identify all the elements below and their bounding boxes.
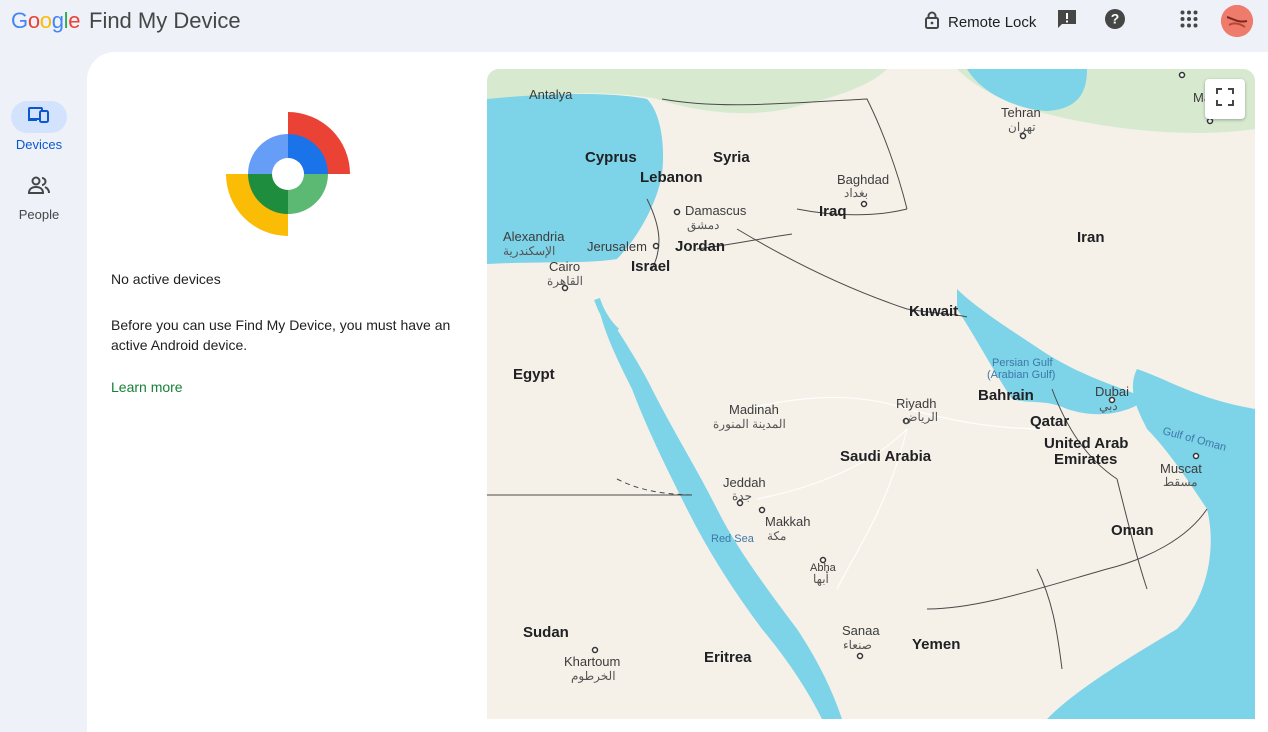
map-label-country: Eritrea	[704, 649, 752, 666]
map-view[interactable]: Cyprus Syria Lebanon Iraq Jordan Israel …	[487, 69, 1255, 719]
map-label-city-ar: المدينة المنورة	[713, 417, 786, 431]
help-icon: ?	[1104, 8, 1126, 35]
map-label-city: Muscat	[1160, 461, 1202, 476]
map-label-city: Antalya	[529, 87, 573, 102]
map-label-city: Khartoum	[564, 654, 620, 669]
map-label-country: Sudan	[523, 624, 569, 641]
rail-item-people[interactable]: People	[0, 171, 78, 222]
map-label-city-ar: تهران	[1008, 120, 1036, 134]
map-label-country: Kuwait	[909, 303, 958, 320]
map-label-city: Madinah	[729, 402, 779, 417]
map-label-city-ar: القاهرة	[547, 274, 583, 288]
account-avatar[interactable]	[1221, 5, 1253, 37]
map-label-city: Makkah	[765, 514, 811, 529]
map-label-water: Persian Gulf	[992, 357, 1053, 369]
map-label-country: Iran	[1077, 229, 1105, 246]
map-label-city-ar: صنعاء	[843, 638, 872, 652]
map-label-country: Saudi Arabia	[840, 448, 932, 465]
map-label-city-ar: دمشق	[687, 218, 719, 232]
feedback-button[interactable]	[1049, 3, 1085, 39]
map-label-city: Cairo	[549, 259, 580, 274]
find-my-device-logo-icon	[226, 112, 350, 236]
map-label-country: Qatar	[1030, 413, 1069, 430]
map-label-city-ar: جدة	[732, 489, 752, 503]
no-devices-title: No active devices	[111, 271, 221, 287]
map-label-country: Yemen	[912, 636, 960, 653]
people-pill	[11, 171, 67, 203]
map-label-city: Dubai	[1095, 384, 1129, 399]
no-devices-description: Before you can use Find My Device, you m…	[111, 317, 451, 353]
rail-label-devices: Devices	[15, 137, 63, 152]
learn-more-link[interactable]: Learn more	[111, 379, 183, 395]
map-label-country: Egypt	[513, 366, 555, 383]
map-label-country: Cyprus	[585, 149, 637, 166]
rail-item-devices[interactable]: Devices	[0, 101, 78, 152]
apps-button[interactable]	[1171, 3, 1207, 39]
map-label-city-ar: الخرطوم	[571, 669, 616, 683]
remote-lock-button[interactable]: Remote Lock	[918, 8, 1042, 36]
map-label-city-ar: مكة	[767, 529, 787, 543]
map-label-country: Emirates	[1054, 451, 1117, 468]
map-label-country: Iraq	[819, 203, 847, 220]
map-label-city-ar: الإسكندرية	[503, 244, 555, 259]
lock-icon	[924, 11, 940, 34]
apps-grid-icon	[1180, 10, 1198, 33]
map-label-country: Jordan	[675, 238, 725, 255]
google-logo[interactable]: Google	[11, 8, 80, 34]
rail-label-people: People	[18, 207, 60, 222]
devices-pill	[11, 101, 67, 133]
map-label-city: Riyadh	[896, 396, 936, 411]
map-label-city: Tehran	[1001, 105, 1041, 120]
top-app-bar: Google Find My Device Remote Lock ?	[0, 0, 1268, 44]
map-label-city-ar: دبي	[1099, 399, 1118, 413]
devices-icon	[28, 106, 50, 129]
people-icon	[27, 176, 51, 199]
map-label-country: Israel	[631, 258, 670, 275]
map-label-city: Sanaa	[842, 623, 880, 638]
map-label-city-ar: الرياض	[903, 410, 938, 424]
map-label-country: Syria	[713, 149, 750, 166]
map-label-city-ar: بغداد	[844, 186, 868, 200]
svg-text:?: ?	[1111, 10, 1120, 26]
map-label-water: (Arabian Gulf)	[987, 369, 1055, 381]
map-canvas: Cyprus Syria Lebanon Iraq Jordan Israel …	[487, 69, 1255, 719]
fullscreen-button[interactable]	[1205, 79, 1245, 119]
map-label-city-ar: أبها	[813, 571, 829, 586]
map-label-city: Jeddah	[723, 475, 766, 490]
map-label-city: Alexandria	[503, 229, 565, 244]
remote-lock-label: Remote Lock	[948, 13, 1037, 31]
map-label-country: Lebanon	[640, 169, 703, 186]
map-label-country: Bahrain	[978, 387, 1034, 404]
fullscreen-icon	[1216, 87, 1234, 111]
map-label-country: Oman	[1111, 522, 1154, 539]
map-label-city: Jerusalem	[587, 239, 647, 254]
map-label-water: Red Sea	[711, 533, 755, 545]
help-button[interactable]: ?	[1097, 3, 1133, 39]
app-title: Find My Device	[89, 8, 241, 33]
map-label-city: Baghdad	[837, 172, 889, 187]
map-label-city: Damascus	[685, 203, 747, 218]
map-label-country: United Arab	[1044, 435, 1128, 452]
map-label-city-ar: مسقط	[1163, 475, 1198, 489]
feedback-icon	[1056, 8, 1078, 35]
